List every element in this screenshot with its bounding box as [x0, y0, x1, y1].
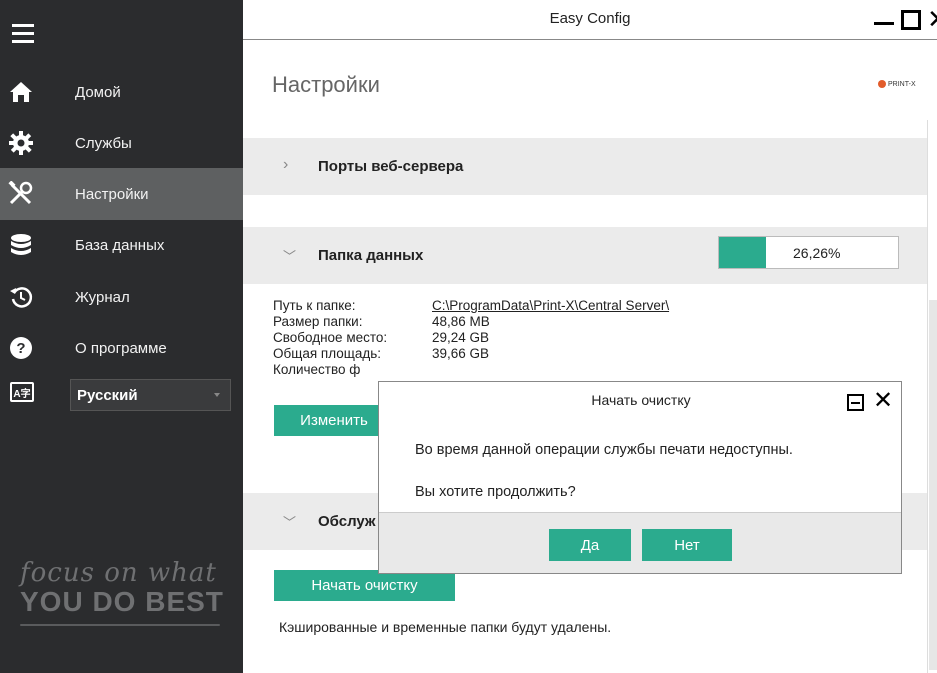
- info-value: 29,24 GB: [432, 330, 490, 345]
- dialog-question: Вы хотите продолжить?: [415, 484, 576, 500]
- info-key: Размер папки:: [273, 314, 363, 329]
- page-title: Настройки: [272, 72, 380, 97]
- yes-button[interactable]: Да: [549, 529, 631, 561]
- info-row: Свободное место: 29,24 GB: [273, 330, 669, 346]
- hamburger-menu-icon[interactable]: [12, 24, 34, 48]
- section-title: Папка данных: [318, 247, 424, 264]
- language-select[interactable]: Русский: [70, 379, 231, 411]
- tagline: focus on what YOU DO BEST: [20, 558, 230, 626]
- section-web-ports[interactable]: › Порты веб-сервера: [243, 138, 927, 195]
- section-title: Порты веб-сервера: [318, 158, 464, 175]
- info-key: Свободное место:: [273, 330, 388, 345]
- info-key: Общая площадь:: [273, 346, 382, 361]
- tools-icon: [8, 181, 34, 207]
- sidebar-item-label: Настройки: [75, 185, 149, 203]
- gear-icon: [8, 130, 34, 156]
- chevron-down-icon: [214, 393, 220, 397]
- dialog-title: Начать очистку: [591, 392, 691, 408]
- title-bar: Easy Config ✕: [243, 0, 937, 40]
- window-title: Easy Config: [549, 10, 631, 27]
- info-key: Путь к папке:: [273, 298, 356, 313]
- language-select-value: Русский: [77, 386, 138, 404]
- info-value: 39,66 GB: [432, 346, 490, 361]
- sidebar: Домой Службы Настройки База данных Журна…: [0, 0, 243, 673]
- info-row: Размер папки: 48,86 MB: [273, 314, 669, 330]
- maximize-button[interactable]: [901, 10, 921, 30]
- folder-path-link[interactable]: C:\ProgramData\Print-X\Central Server\: [432, 298, 669, 314]
- help-icon: ?: [8, 335, 34, 361]
- dialog-message: Во время данной операции службы печати н…: [415, 442, 793, 458]
- tagline-line1: focus on what: [20, 558, 217, 588]
- info-row: Путь к папке: C:\ProgramData\Print-X\Cent…: [273, 298, 669, 314]
- data-folder-info: Путь к папке: C:\ProgramData\Print-X\Cent…: [273, 298, 669, 378]
- sidebar-item-about[interactable]: ? О программе: [0, 322, 243, 374]
- language-icon: A字: [10, 382, 34, 402]
- database-icon: [8, 232, 34, 258]
- start-cleanup-button[interactable]: Начать очистку: [274, 570, 455, 601]
- logo-text: PRINT-X: [888, 80, 916, 88]
- cleanup-note: Кэшированные и временные папки будут уда…: [279, 619, 612, 635]
- sidebar-item-label: База данных: [75, 236, 165, 254]
- info-row: Общая площадь: 39,66 GB: [273, 346, 669, 362]
- minimize-button[interactable]: [874, 22, 894, 25]
- sidebar-item-settings[interactable]: Настройки: [0, 168, 243, 220]
- dialog-minimize-button[interactable]: [847, 394, 864, 411]
- printx-logo: PRINT-X: [878, 80, 916, 88]
- sidebar-item-label: Службы: [75, 134, 132, 152]
- disk-usage-percent: 26,26%: [793, 245, 841, 261]
- info-value: 48,86 MB: [432, 314, 490, 329]
- sidebar-item-services[interactable]: Службы: [0, 117, 243, 169]
- dialog-footer: Да Нет: [379, 512, 901, 573]
- sidebar-item-journal[interactable]: Журнал: [0, 271, 243, 323]
- info-row: Количество ф: [273, 362, 669, 378]
- history-icon: [8, 284, 34, 310]
- change-folder-button[interactable]: Изменить: [274, 405, 394, 436]
- sidebar-item-label: Домой: [75, 83, 121, 101]
- vertical-scrollbar[interactable]: [927, 120, 937, 673]
- cleanup-dialog: Начать очистку ✕ Во время данной операци…: [378, 381, 902, 574]
- sidebar-item-label: О программе: [75, 339, 167, 357]
- dialog-close-button[interactable]: ✕: [873, 386, 893, 415]
- disk-usage-fill: [719, 237, 766, 268]
- tagline-underline: [20, 624, 220, 626]
- chevron-right-icon: ›: [283, 156, 289, 173]
- chevron-down-icon: ﹀: [283, 515, 297, 530]
- svg-text:?: ?: [16, 340, 25, 357]
- sidebar-item-label: Журнал: [75, 288, 130, 306]
- info-key: Количество ф: [273, 362, 361, 377]
- home-icon: [8, 79, 34, 105]
- sidebar-item-home[interactable]: Домой: [0, 66, 243, 118]
- scrollbar-thumb[interactable]: [929, 300, 937, 670]
- disk-usage-bar: 26,26%: [718, 236, 899, 269]
- logo-mark-icon: [878, 80, 886, 88]
- no-button[interactable]: Нет: [642, 529, 732, 561]
- sidebar-item-database[interactable]: База данных: [0, 219, 243, 271]
- tagline-line2: YOU DO BEST: [20, 586, 224, 617]
- section-title: Обслуж: [318, 513, 376, 530]
- chevron-down-icon: ﹀: [283, 249, 297, 264]
- close-button[interactable]: ✕: [927, 4, 937, 35]
